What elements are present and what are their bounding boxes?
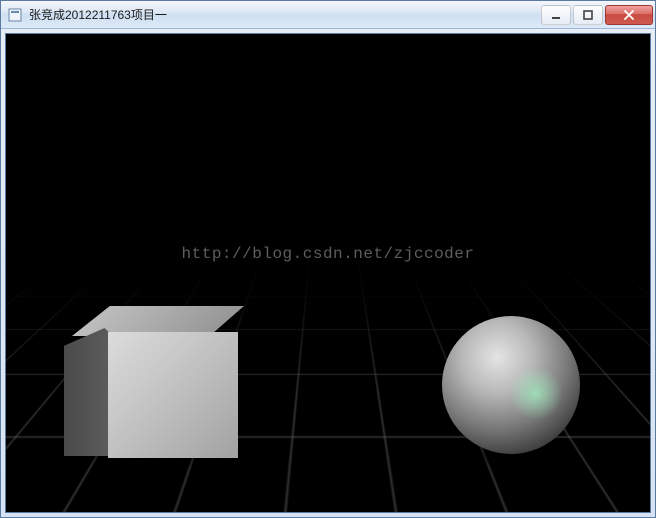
cube-object bbox=[64, 306, 244, 456]
title-bar[interactable]: 张竞成2012211763项目一 bbox=[1, 1, 655, 29]
app-icon bbox=[7, 7, 23, 23]
window-frame: 张竞成2012211763项目一 bbox=[0, 0, 656, 518]
window-title: 张竞成2012211763项目一 bbox=[29, 6, 539, 23]
viewport[interactable]: http://blog.csdn.net/zjccoder bbox=[5, 33, 651, 513]
maximize-button[interactable] bbox=[573, 5, 603, 25]
scene-3d: http://blog.csdn.net/zjccoder bbox=[6, 34, 650, 512]
sphere-object bbox=[442, 316, 580, 454]
window-controls bbox=[539, 5, 653, 25]
close-button[interactable] bbox=[605, 5, 653, 25]
minimize-button[interactable] bbox=[541, 5, 571, 25]
